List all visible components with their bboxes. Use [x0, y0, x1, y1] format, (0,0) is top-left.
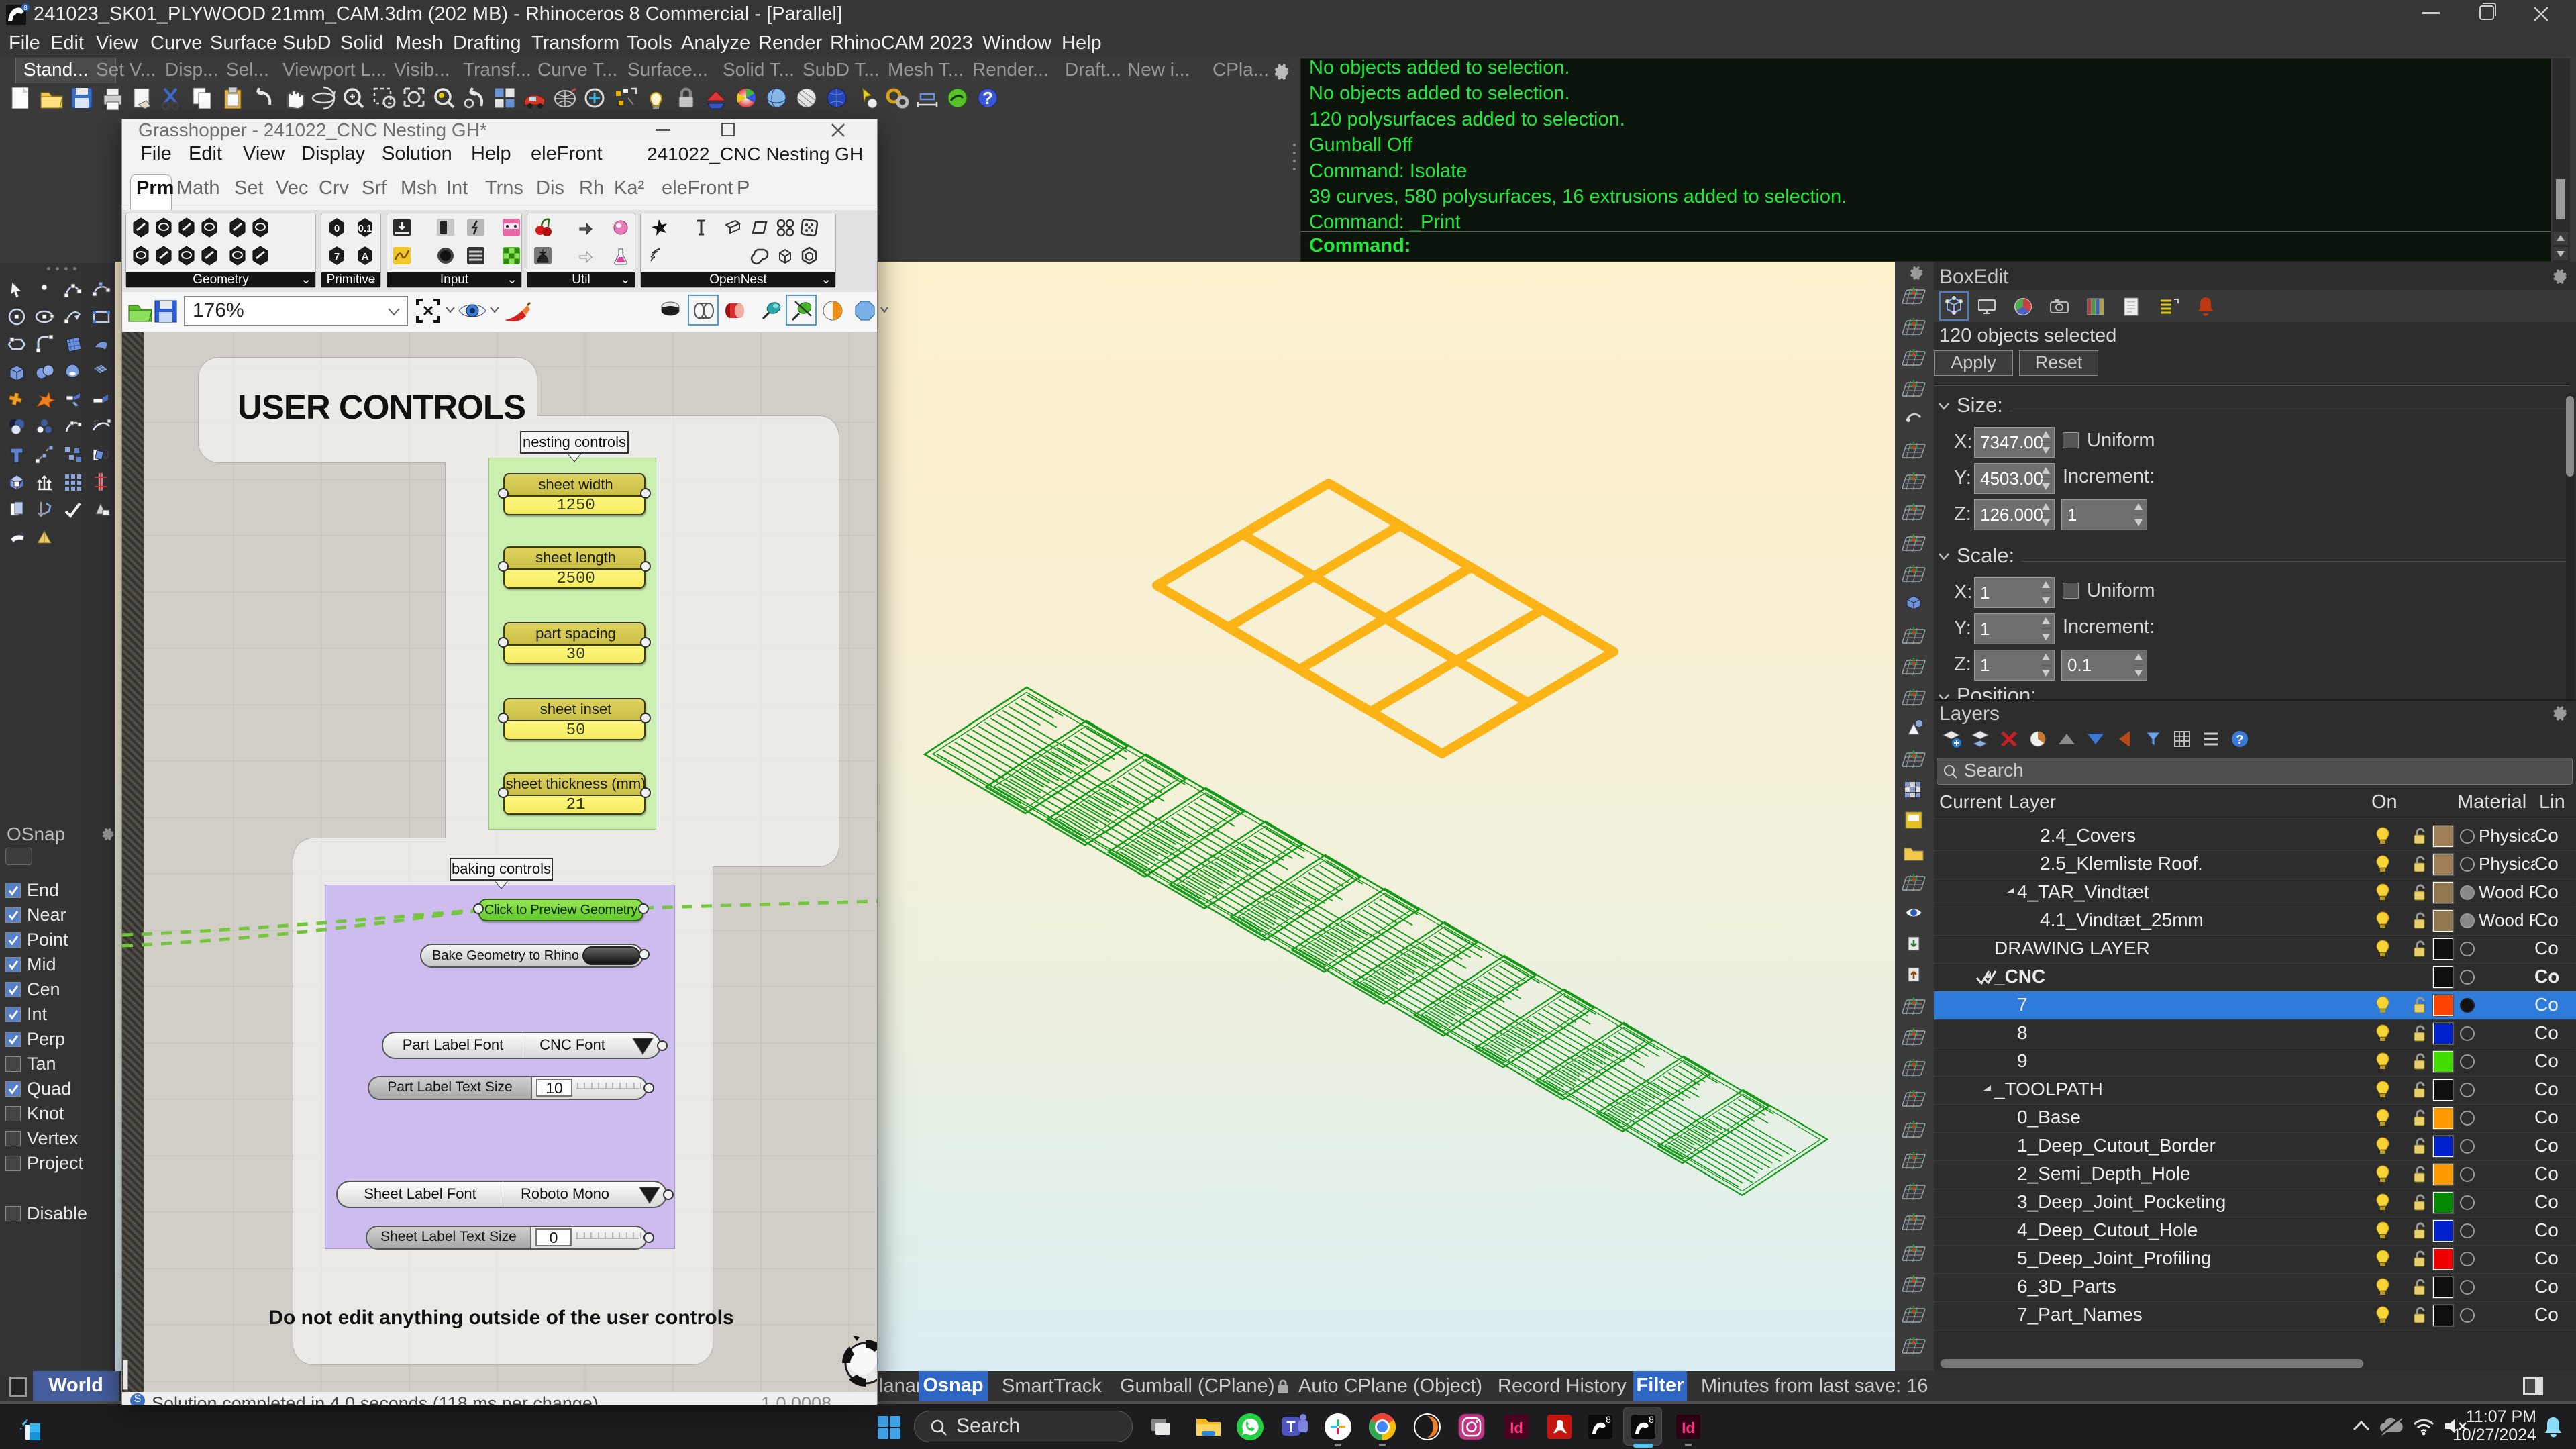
svg-text:Id: Id [1682, 1419, 1695, 1436]
svg-text:?: ? [2236, 733, 2244, 746]
svg-text:T: T [1286, 1418, 1296, 1435]
svg-text:0.1: 0.1 [358, 223, 372, 234]
svg-text:?: ? [982, 88, 993, 108]
svg-text:0: 0 [334, 223, 340, 234]
svg-text:8: 8 [1606, 1414, 1611, 1425]
svg-text:8: 8 [23, 5, 28, 12]
svg-text:Id: Id [1510, 1419, 1523, 1436]
svg-text:7: 7 [334, 251, 340, 262]
svg-text:8: 8 [1649, 1414, 1654, 1425]
svg-text:A: A [362, 251, 369, 262]
